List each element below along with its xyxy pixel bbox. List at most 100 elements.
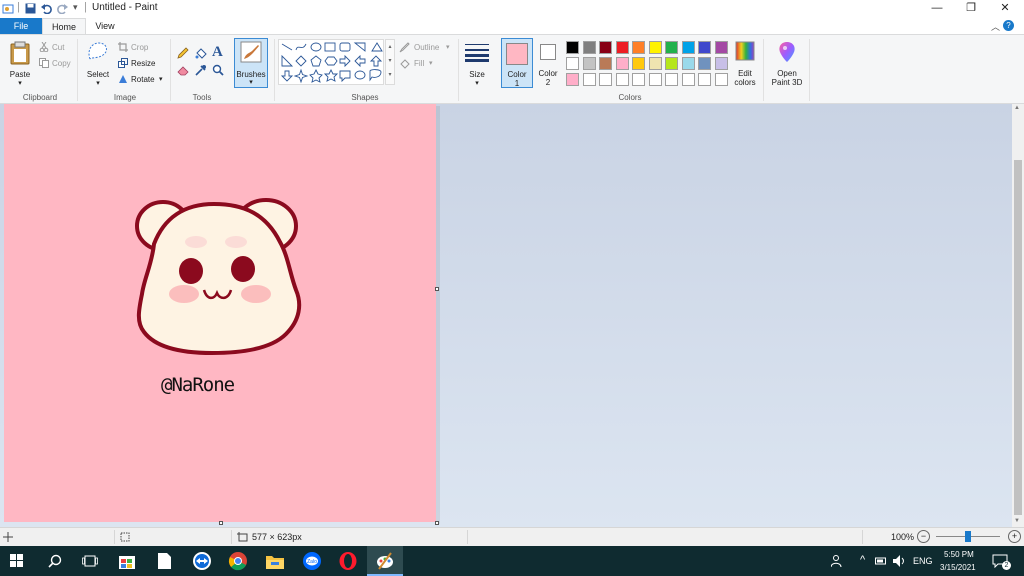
clock-time[interactable]: 5:50 PM <box>944 550 974 559</box>
palette-swatch[interactable] <box>566 57 579 70</box>
cut-button[interactable]: Cut <box>52 43 64 52</box>
resize-button[interactable]: Resize <box>131 59 155 68</box>
pencil-icon[interactable] <box>177 47 189 59</box>
palette-swatch[interactable] <box>648 57 662 70</box>
color-picker-icon[interactable] <box>195 64 207 76</box>
palette-swatch[interactable] <box>698 73 711 86</box>
customize-qa-dropdown[interactable]: ▾ <box>73 2 78 13</box>
help-icon[interactable]: ? <box>1003 20 1014 31</box>
select-button[interactable]: Select ▾ <box>84 39 112 87</box>
shapes-scroll[interactable]: ▴ ▾ ▾ <box>385 39 395 85</box>
resize-handle-bottom[interactable] <box>219 521 223 525</box>
scroll-down-icon[interactable]: ▼ <box>1014 518 1020 524</box>
palette-swatch[interactable] <box>615 57 629 70</box>
palette-swatch[interactable] <box>698 41 711 54</box>
collapse-ribbon-icon[interactable]: ︿ <box>991 20 1000 33</box>
scroll-up-icon[interactable]: ▲ <box>1014 105 1020 111</box>
clock-date[interactable]: 3/15/2021 <box>940 563 976 572</box>
fill-icon <box>400 59 410 69</box>
minimize-button[interactable]: — <box>920 0 954 18</box>
resize-handle-right[interactable] <box>435 287 439 291</box>
scroll-thumb[interactable] <box>1014 160 1022 515</box>
zoom-out-button[interactable]: − <box>917 530 930 543</box>
palette-swatch[interactable] <box>681 73 695 86</box>
vertical-scrollbar[interactable]: ▲ ▼ <box>1012 104 1024 527</box>
size-button[interactable]: Size ▾ <box>462 39 492 87</box>
brushes-button[interactable]: Brushes ▾ <box>234 38 268 88</box>
show-hidden-icons[interactable]: ^ <box>860 554 865 566</box>
shapes-gallery[interactable] <box>278 39 384 85</box>
palette-swatch[interactable] <box>632 73 645 86</box>
outline-button[interactable]: Outline <box>414 43 439 52</box>
zoom-level: 100% <box>891 532 915 542</box>
store-icon[interactable] <box>118 552 138 572</box>
palette-swatch[interactable] <box>648 41 662 54</box>
palette-swatch[interactable] <box>615 41 629 54</box>
windows-start-icon[interactable] <box>10 554 30 574</box>
language-indicator[interactable]: ENG <box>913 556 933 566</box>
palette-swatch[interactable] <box>566 73 579 86</box>
people-icon[interactable] <box>831 555 845 567</box>
rotate-button[interactable]: Rotate <box>131 75 155 84</box>
palette-swatch[interactable] <box>648 73 662 86</box>
palette-swatch[interactable] <box>566 41 579 54</box>
color2-button[interactable]: Color 2 <box>535 38 561 88</box>
volume-icon[interactable] <box>892 554 906 568</box>
palette-swatch[interactable] <box>615 73 629 86</box>
file-explorer-icon[interactable] <box>265 552 285 572</box>
zoom-in-button[interactable]: + <box>1008 530 1021 543</box>
palette-swatch[interactable] <box>582 57 596 70</box>
taskbar-paint-active[interactable] <box>367 546 403 576</box>
crop-button[interactable]: Crop <box>131 43 148 52</box>
opera-icon[interactable] <box>338 551 358 571</box>
redo-icon[interactable] <box>57 3 68 14</box>
paste-button[interactable]: Paste ▾ <box>6 39 34 87</box>
palette-swatch[interactable] <box>599 41 612 54</box>
tab-view[interactable]: View <box>90 18 120 34</box>
tab-file[interactable]: File <box>0 18 42 34</box>
color1-number: 1 <box>514 79 520 88</box>
zoom-slider-thumb[interactable] <box>965 531 971 542</box>
palette-swatch[interactable] <box>665 41 678 54</box>
palette-swatch[interactable] <box>582 41 596 54</box>
line-size-icon <box>465 44 489 62</box>
palette-swatch[interactable] <box>582 73 596 86</box>
palette-swatch[interactable] <box>599 73 612 86</box>
maximize-button[interactable]: ❐ <box>954 0 988 18</box>
resize-handle-corner[interactable] <box>435 521 439 525</box>
qa-divider: | <box>84 1 87 13</box>
document-icon[interactable] <box>156 552 176 572</box>
chrome-icon[interactable] <box>228 551 248 571</box>
palette-swatch[interactable] <box>714 73 728 86</box>
undo-icon[interactable] <box>41 3 52 14</box>
close-button[interactable]: ✕ <box>988 0 1022 18</box>
fill-bucket-icon[interactable] <box>195 47 207 59</box>
tab-home[interactable]: Home <box>42 18 86 35</box>
palette-swatch[interactable] <box>714 57 728 70</box>
copy-button[interactable]: Copy <box>52 59 71 68</box>
palette-swatch[interactable] <box>681 57 695 70</box>
zalo-icon[interactable]: Zalo <box>302 551 322 571</box>
drawing-canvas[interactable]: @NaRone <box>4 104 436 522</box>
palette-swatch[interactable] <box>665 73 678 86</box>
palette-swatch[interactable] <box>632 41 645 54</box>
battery-icon[interactable] <box>875 556 887 566</box>
palette-swatch[interactable] <box>599 57 612 70</box>
palette-swatch[interactable] <box>681 41 695 54</box>
palette-swatch[interactable] <box>698 57 711 70</box>
palette-swatch[interactable] <box>714 41 728 54</box>
text-tool-icon[interactable]: A <box>212 44 223 61</box>
color1-button[interactable]: Color 1 <box>501 38 533 88</box>
paint-app-icon[interactable] <box>2 3 14 15</box>
save-icon[interactable] <box>25 3 36 14</box>
open-paint3d-button[interactable]: Open Paint 3D <box>767 39 807 89</box>
palette-swatch[interactable] <box>632 57 645 70</box>
fill-button[interactable]: Fill <box>414 59 424 68</box>
palette-swatch[interactable] <box>665 57 678 70</box>
magnifier-icon[interactable] <box>212 64 224 76</box>
teamviewer-icon[interactable] <box>192 551 212 571</box>
edit-colors-button[interactable]: Edit colors <box>731 39 759 89</box>
task-view-icon[interactable] <box>82 554 102 574</box>
eraser-icon[interactable] <box>177 64 189 76</box>
search-icon[interactable] <box>48 554 68 574</box>
